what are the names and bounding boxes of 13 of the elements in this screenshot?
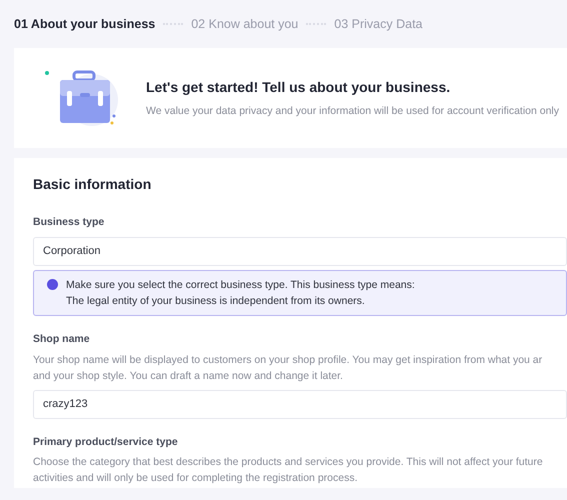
info-icon bbox=[47, 278, 58, 290]
field-label: Primary product/service type bbox=[33, 434, 179, 450]
section-title: Basic information bbox=[33, 175, 152, 194]
step-tab[interactable]: 01 About your business bbox=[14, 14, 156, 34]
field-label: Shop name bbox=[33, 332, 91, 347]
field-description: Your shop name will be displayed to customers on your shop profile. You may get inspiration from what you ar and your shop style. You can draft a name now and change it later. bbox=[33, 352, 544, 384]
field-description: Choose the category that best describes the products and services you provide. This will not affect your future activities and will only be used for completing the registration process. bbox=[33, 455, 544, 486]
notice-text: Make sure you select the correct business type. This business type means: The legal entity of your business is independent from its owners. bbox=[66, 278, 415, 309]
text-input[interactable]: Corporation bbox=[33, 236, 567, 266]
text-input[interactable]: crazy123 bbox=[33, 390, 567, 418]
field-label: Business type bbox=[33, 215, 106, 230]
intro-title: Let's get started! Tell us about your business. bbox=[146, 78, 452, 97]
intro-subtitle: We value your data privacy and your information will be used for account verification only bbox=[146, 104, 560, 119]
